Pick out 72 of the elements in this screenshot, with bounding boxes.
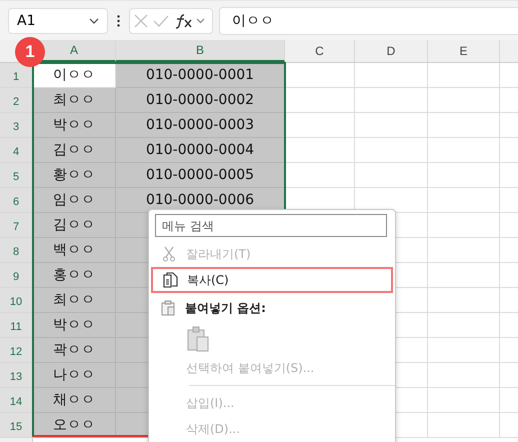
table-cell: 최ㅇㅇ: [33, 288, 116, 313]
table-cell: 010-0000-0005: [116, 163, 285, 188]
copy-icon: [162, 272, 178, 288]
menu-heading: 붙여넣기 옵션:: [185, 300, 266, 316]
row-header[interactable]: 9: [0, 263, 33, 288]
table-cell: 곽ㅇㅇ: [33, 338, 116, 363]
table-cell: [285, 88, 355, 113]
table-cell: 김ㅇㅇ: [33, 213, 116, 238]
column-header[interactable]: B: [116, 40, 285, 62]
table-cell: [285, 113, 355, 138]
name-box[interactable]: A1: [8, 8, 108, 34]
row-header[interactable]: 4: [0, 138, 33, 163]
table-cell: 이ㅇㅇ: [33, 63, 116, 88]
row-header[interactable]: 10: [0, 288, 33, 313]
table-cell: [285, 138, 355, 163]
table-cell: 010-0000-0001: [116, 63, 285, 88]
table-cell: [428, 363, 500, 388]
table-cell: [428, 113, 500, 138]
table-cell: [285, 63, 355, 88]
table-cell: 김ㅇㅇ: [33, 138, 116, 163]
table-cell: 채ㅇㅇ: [33, 388, 116, 413]
table-cell: [428, 138, 500, 163]
table-cell: 010-0000-0004: [116, 138, 285, 163]
row-header[interactable]: 5: [0, 163, 33, 188]
row-header[interactable]: 2: [0, 88, 33, 113]
paste-icon[interactable]: [187, 326, 209, 352]
table-cell: 오ㅇㅇ: [33, 413, 116, 438]
table-cell: 홍ㅇㅇ: [33, 263, 116, 288]
row-header[interactable]: 14: [0, 388, 33, 413]
table-cell: [428, 313, 500, 338]
table-cell: 박ㅇㅇ: [33, 113, 116, 138]
table-cell: 박ㅇㅇ: [33, 313, 116, 338]
row-header[interactable]: 6: [0, 188, 33, 213]
table-cell: [428, 263, 500, 288]
formula-field[interactable]: 이ㅇㅇ: [219, 6, 518, 34]
table-cell: [428, 88, 500, 113]
chevron-down-icon: [89, 18, 99, 24]
clipboard-icon: [161, 300, 175, 316]
table-cell: 010-0000-0002: [116, 88, 285, 113]
cancel-icon[interactable]: [134, 14, 148, 28]
row-header[interactable]: 11: [0, 313, 33, 338]
more-icon[interactable]: [117, 14, 120, 26]
row-header[interactable]: 7: [0, 213, 33, 238]
table-cell: 나ㅇㅇ: [33, 363, 116, 388]
table-cell: [428, 288, 500, 313]
table-cell: [428, 388, 500, 413]
table-cell: [428, 238, 500, 263]
function-icon[interactable]: [174, 12, 206, 28]
check-icon[interactable]: [153, 14, 169, 26]
table-cell: 황ㅇㅇ: [33, 163, 116, 188]
row-header[interactable]: 13: [0, 363, 33, 388]
column-header[interactable]: E: [428, 40, 500, 62]
row-header[interactable]: 1: [0, 63, 33, 88]
menu-item[interactable]: 복사(C): [151, 267, 393, 293]
search-field[interactable]: 메뉴 검색: [155, 214, 387, 237]
table-cell: 임ㅇㅇ: [33, 188, 116, 213]
table-cell: 010-0000-0003: [116, 113, 285, 138]
row-header[interactable]: 15: [0, 413, 33, 438]
table-cell: [428, 338, 500, 363]
row-header[interactable]: 12: [0, 338, 33, 363]
table-cell: [428, 63, 500, 88]
table-cell: [428, 188, 500, 213]
table-cell: [428, 213, 500, 238]
table-cell: [428, 163, 500, 188]
table-cell: 백ㅇㅇ: [33, 238, 116, 263]
column-header[interactable]: D: [355, 40, 428, 62]
row-header[interactable]: 3: [0, 113, 33, 138]
scissors-icon: [163, 246, 175, 262]
column-header[interactable]: C: [285, 40, 355, 62]
table-cell: [428, 413, 500, 438]
row-header[interactable]: 8: [0, 238, 33, 263]
table-cell: 최ㅇㅇ: [33, 88, 116, 113]
